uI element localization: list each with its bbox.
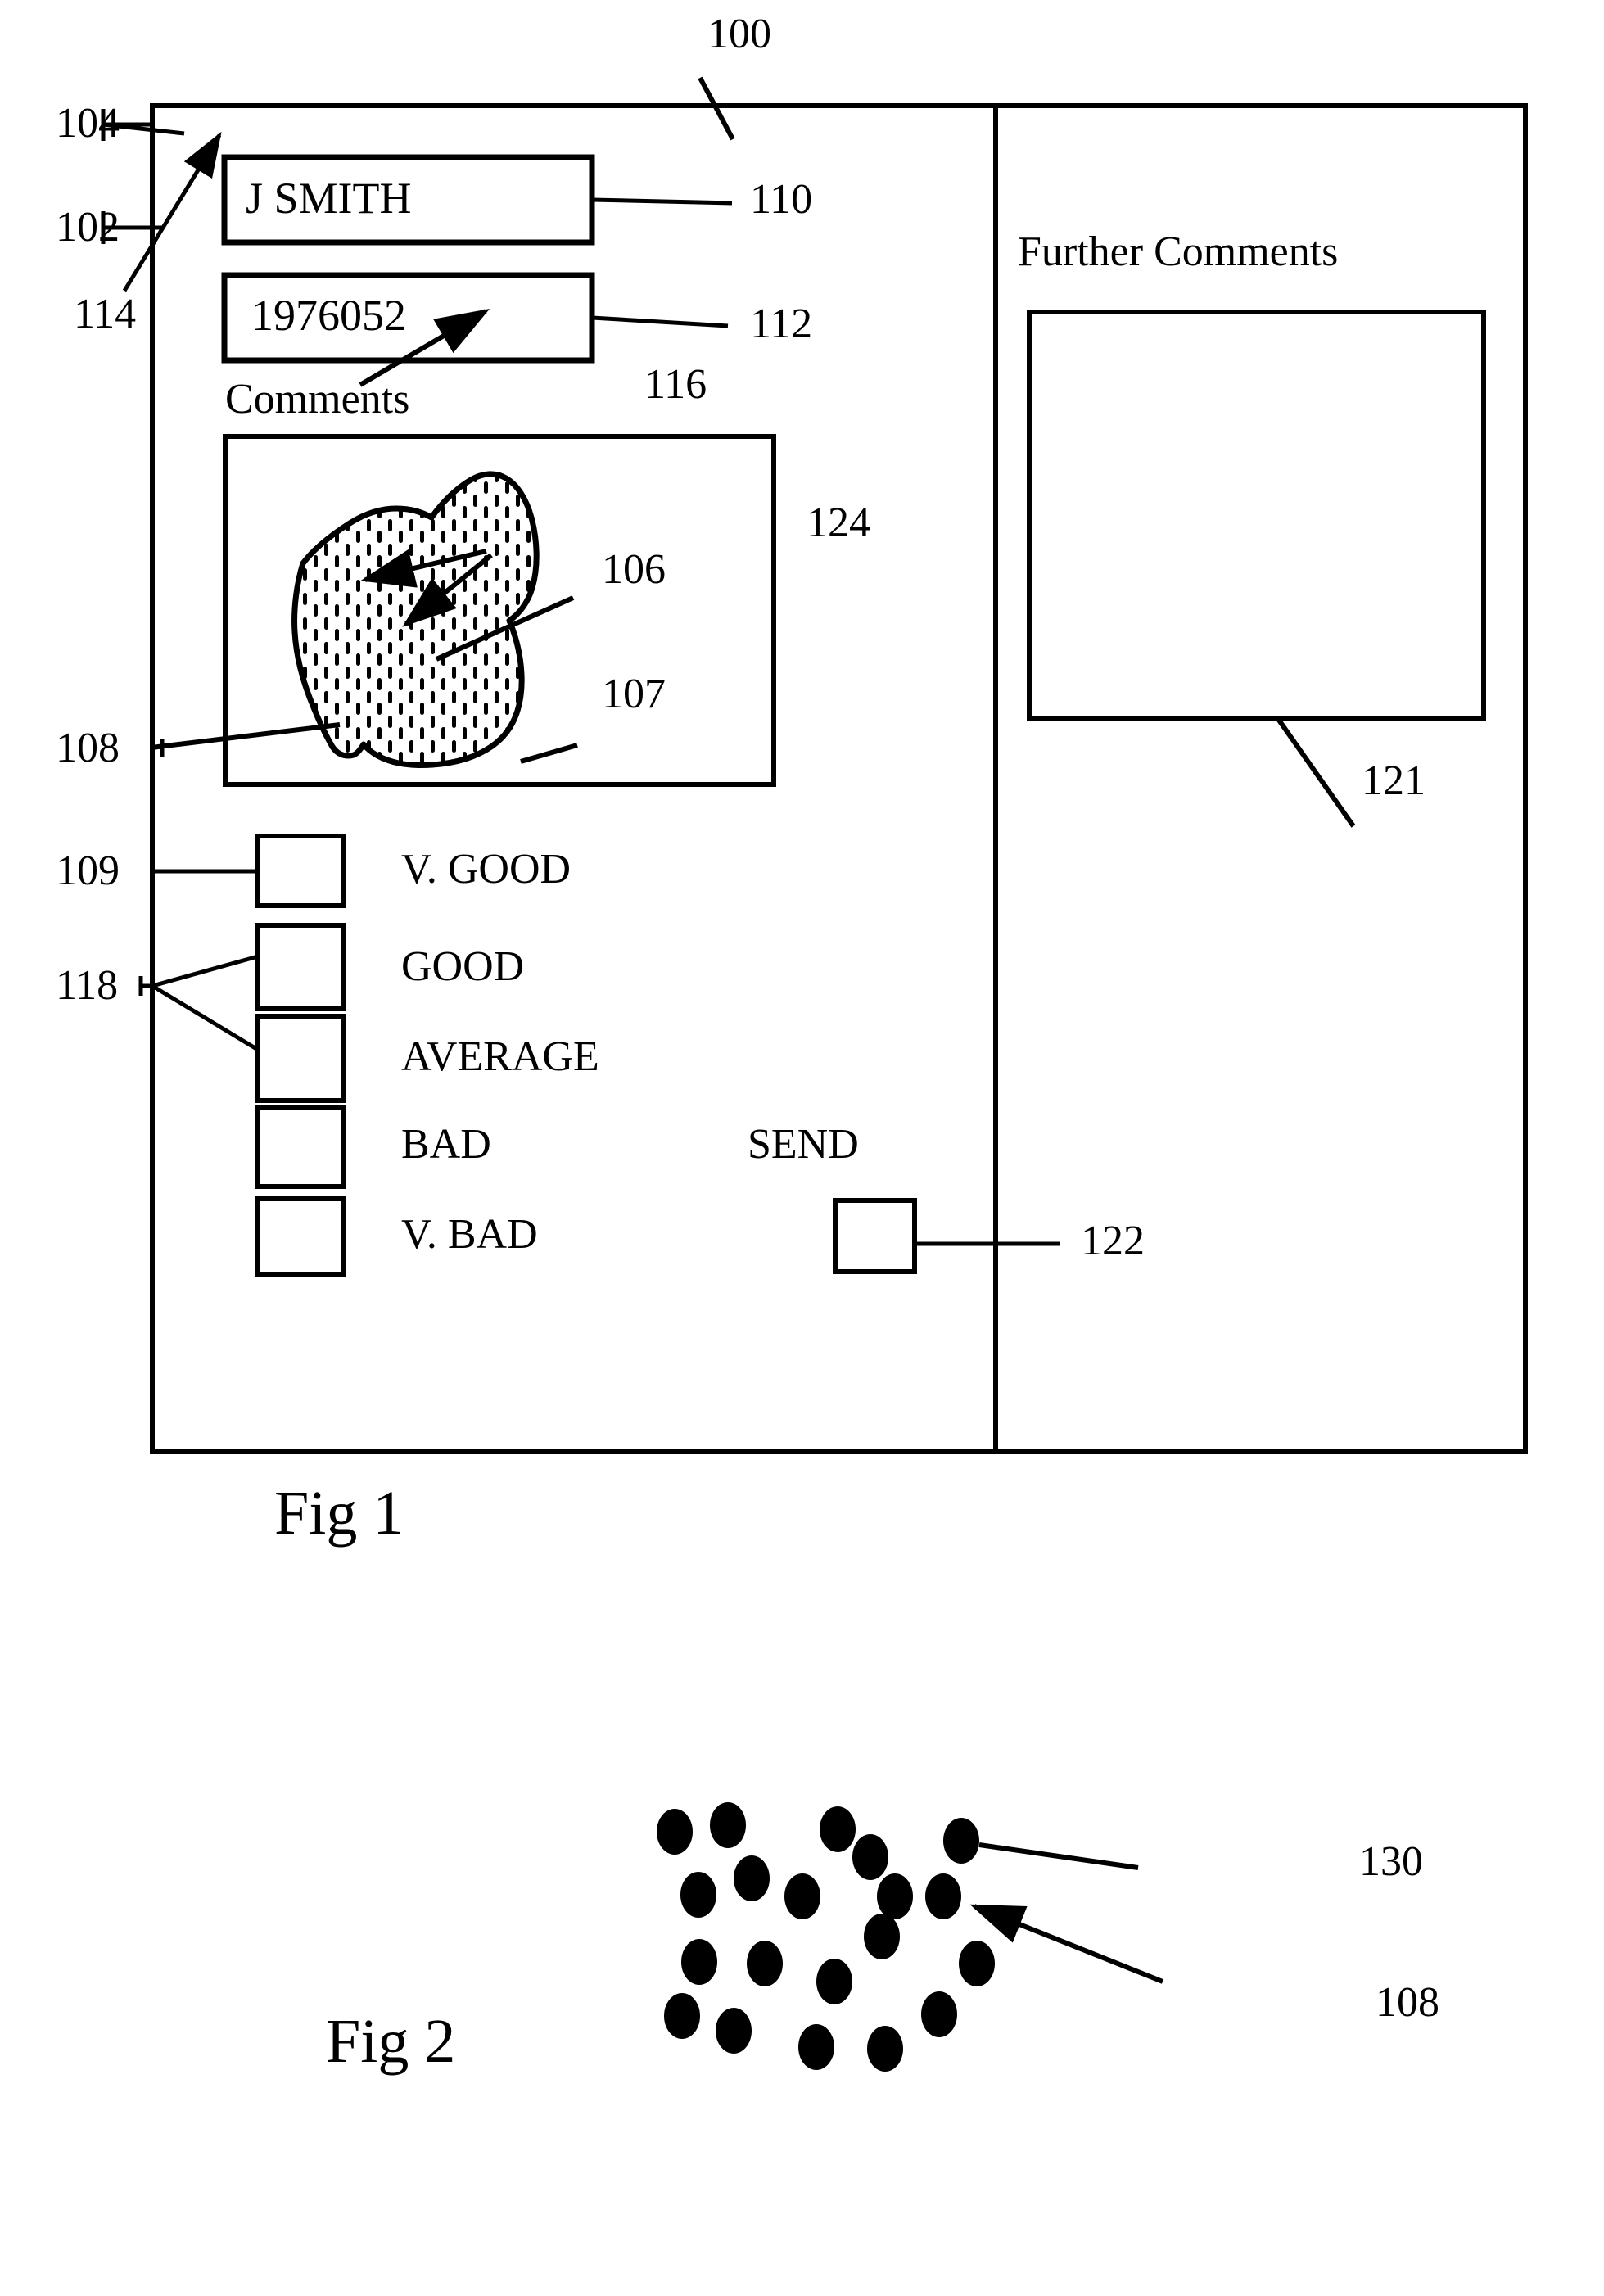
ref-100: 100 (707, 11, 771, 57)
leader-121 (1276, 717, 1356, 828)
rating-label-average[interactable]: AVERAGE (401, 1036, 599, 1078)
name-field-value[interactable]: J SMITH (246, 176, 412, 220)
rating-checkbox-4[interactable] (255, 1196, 346, 1277)
leader-108 (151, 722, 341, 757)
ref-122: 122 (1081, 1218, 1145, 1264)
ref-109: 109 (56, 847, 120, 894)
leader-112 (591, 315, 729, 328)
leader-118 (138, 954, 260, 1052)
rating-label-v-good[interactable]: V. GOOD (401, 848, 571, 891)
send-label[interactable]: SEND (748, 1123, 859, 1166)
comments-label: Comments (225, 376, 410, 423)
ref-112: 112 (750, 301, 813, 347)
further-comments-area[interactable] (1027, 310, 1486, 721)
leader-130 (978, 1842, 1139, 1870)
ref-121: 121 (1362, 757, 1426, 804)
rating-checkbox-3[interactable] (255, 1105, 346, 1189)
ref-108-fig1: 108 (56, 725, 120, 771)
rating-label-bad[interactable]: BAD (401, 1123, 491, 1166)
patent-drawing-sheet: 100 104 102 114 110 112 116 106 107 108 … (0, 0, 1604, 2296)
leader-109 (150, 860, 258, 884)
leader-107 (520, 743, 578, 764)
ref-118: 118 (56, 962, 119, 1009)
leader-100 (698, 76, 735, 141)
send-button-box[interactable] (833, 1198, 917, 1274)
rating-checkbox-0[interactable] (255, 834, 346, 908)
ref-102: 102 (56, 204, 120, 251)
rating-label-good[interactable]: GOOD (401, 946, 524, 988)
ref-116: 116 (644, 361, 707, 408)
ref-104: 104 (56, 100, 120, 147)
ref-114: 114 (74, 291, 137, 337)
ref-106: 106 (602, 546, 666, 593)
comments-capture-area[interactable] (223, 434, 776, 787)
rating-checkbox-2[interactable] (255, 1014, 346, 1103)
ref-107: 107 (602, 671, 666, 717)
leader-108-fig2 (969, 1904, 1164, 1984)
rating-checkbox-1[interactable] (255, 923, 346, 1011)
leader-110 (591, 197, 733, 206)
ink-mark-blob (291, 471, 540, 768)
ref-108-fig2: 108 (1376, 1979, 1439, 2026)
ref-130: 130 (1359, 1838, 1423, 1885)
fig2-sample-points (657, 1802, 995, 2072)
fig2-caption: Fig 2 (326, 2007, 456, 2076)
further-comments-label: Further Comments (1018, 228, 1339, 275)
leader-114 (122, 131, 222, 292)
fig1-caption: Fig 1 (274, 1479, 404, 1548)
leader-124 (360, 549, 493, 627)
rating-label-v-bad[interactable]: V. BAD (401, 1214, 538, 1256)
leader-106 (435, 595, 575, 662)
ref-110: 110 (750, 176, 813, 223)
ref-124: 124 (807, 499, 870, 546)
id-field-value[interactable]: 1976052 (251, 293, 406, 337)
